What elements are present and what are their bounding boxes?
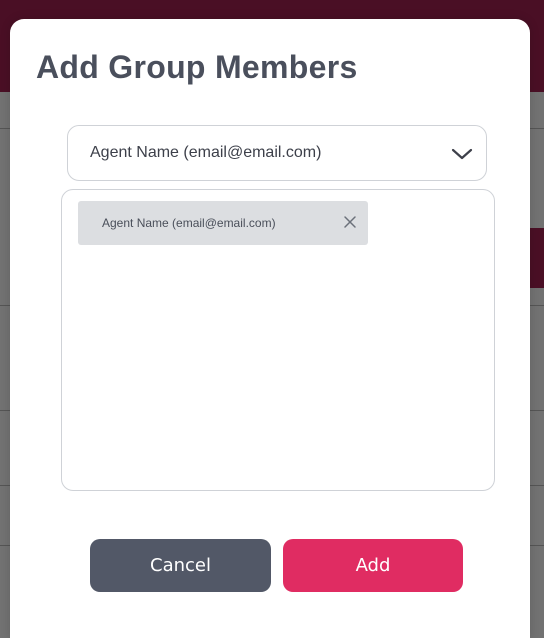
close-icon[interactable] [340, 212, 360, 232]
agent-select-dropdown[interactable]: Agent Name (email@email.com) [67, 125, 487, 181]
add-group-members-modal: Add Group Members Agent Name (email@emai… [10, 19, 530, 638]
member-chip-label: Agent Name (email@email.com) [102, 216, 276, 230]
chevron-down-icon [451, 148, 473, 160]
modal-title: Add Group Members [36, 49, 358, 85]
agent-select-value: Agent Name (email@email.com) [90, 144, 322, 161]
cancel-button[interactable]: Cancel [90, 539, 271, 592]
member-chip: Agent Name (email@email.com) [78, 201, 368, 245]
add-button[interactable]: Add [283, 539, 463, 592]
selected-members-list: Agent Name (email@email.com) [61, 189, 495, 491]
backdrop-accent [530, 228, 544, 288]
